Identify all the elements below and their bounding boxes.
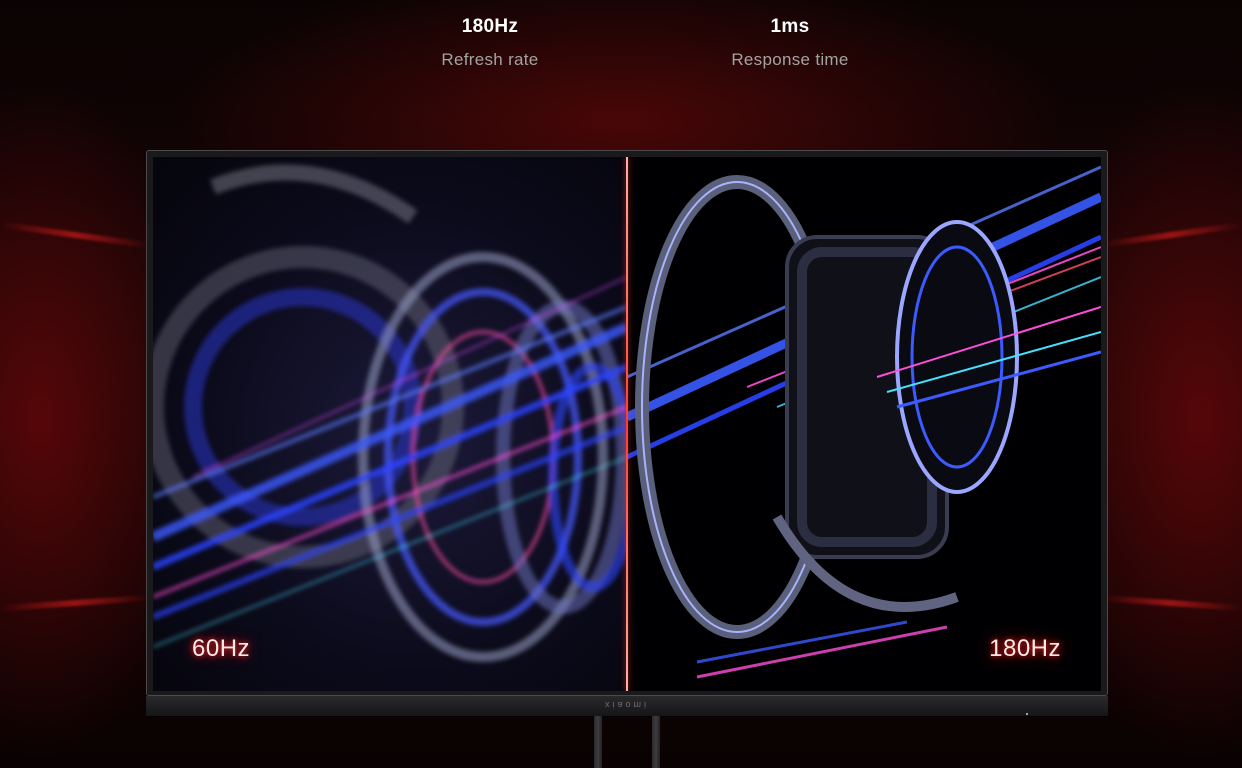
spec-value: 180Hz — [461, 16, 519, 37]
monitor-stand — [652, 716, 660, 768]
sharp-motion-artwork — [627, 165, 1101, 679]
label-60hz: 60Hz — [192, 635, 251, 662]
monitor-screen: 60Hz 180Hz — [153, 157, 1101, 691]
monitor-stand — [594, 716, 602, 768]
background-accent-line — [1099, 595, 1242, 611]
monitor-chin: xiaomi — [146, 696, 1108, 717]
background-accent-line — [0, 221, 150, 249]
comparison-right-panel: 180Hz — [627, 157, 1101, 691]
spec-response-time: 1ms Response time — [690, 14, 890, 71]
spec-label: Refresh rate — [441, 50, 539, 69]
spec-label: Response time — [731, 50, 849, 69]
background-accent-line — [0, 594, 151, 612]
label-180hz: 180Hz — [989, 635, 1061, 662]
motion-blur-artwork — [153, 164, 627, 662]
background-accent-line — [1100, 222, 1242, 248]
brand-logo: xiaomi — [604, 700, 649, 710]
product-banner: 180Hz Refresh rate 1ms Response time 60H… — [0, 0, 1242, 768]
monitor-bezel: 60Hz 180Hz — [146, 150, 1108, 696]
comparison-left-panel: 60Hz — [153, 157, 627, 691]
monitor: 60Hz 180Hz xiaomi — [146, 150, 1108, 717]
comparison-divider — [626, 157, 628, 691]
spec-refresh-rate: 180Hz Refresh rate — [390, 14, 590, 71]
spec-value: 1ms — [770, 16, 810, 37]
power-led-icon — [1026, 713, 1028, 715]
